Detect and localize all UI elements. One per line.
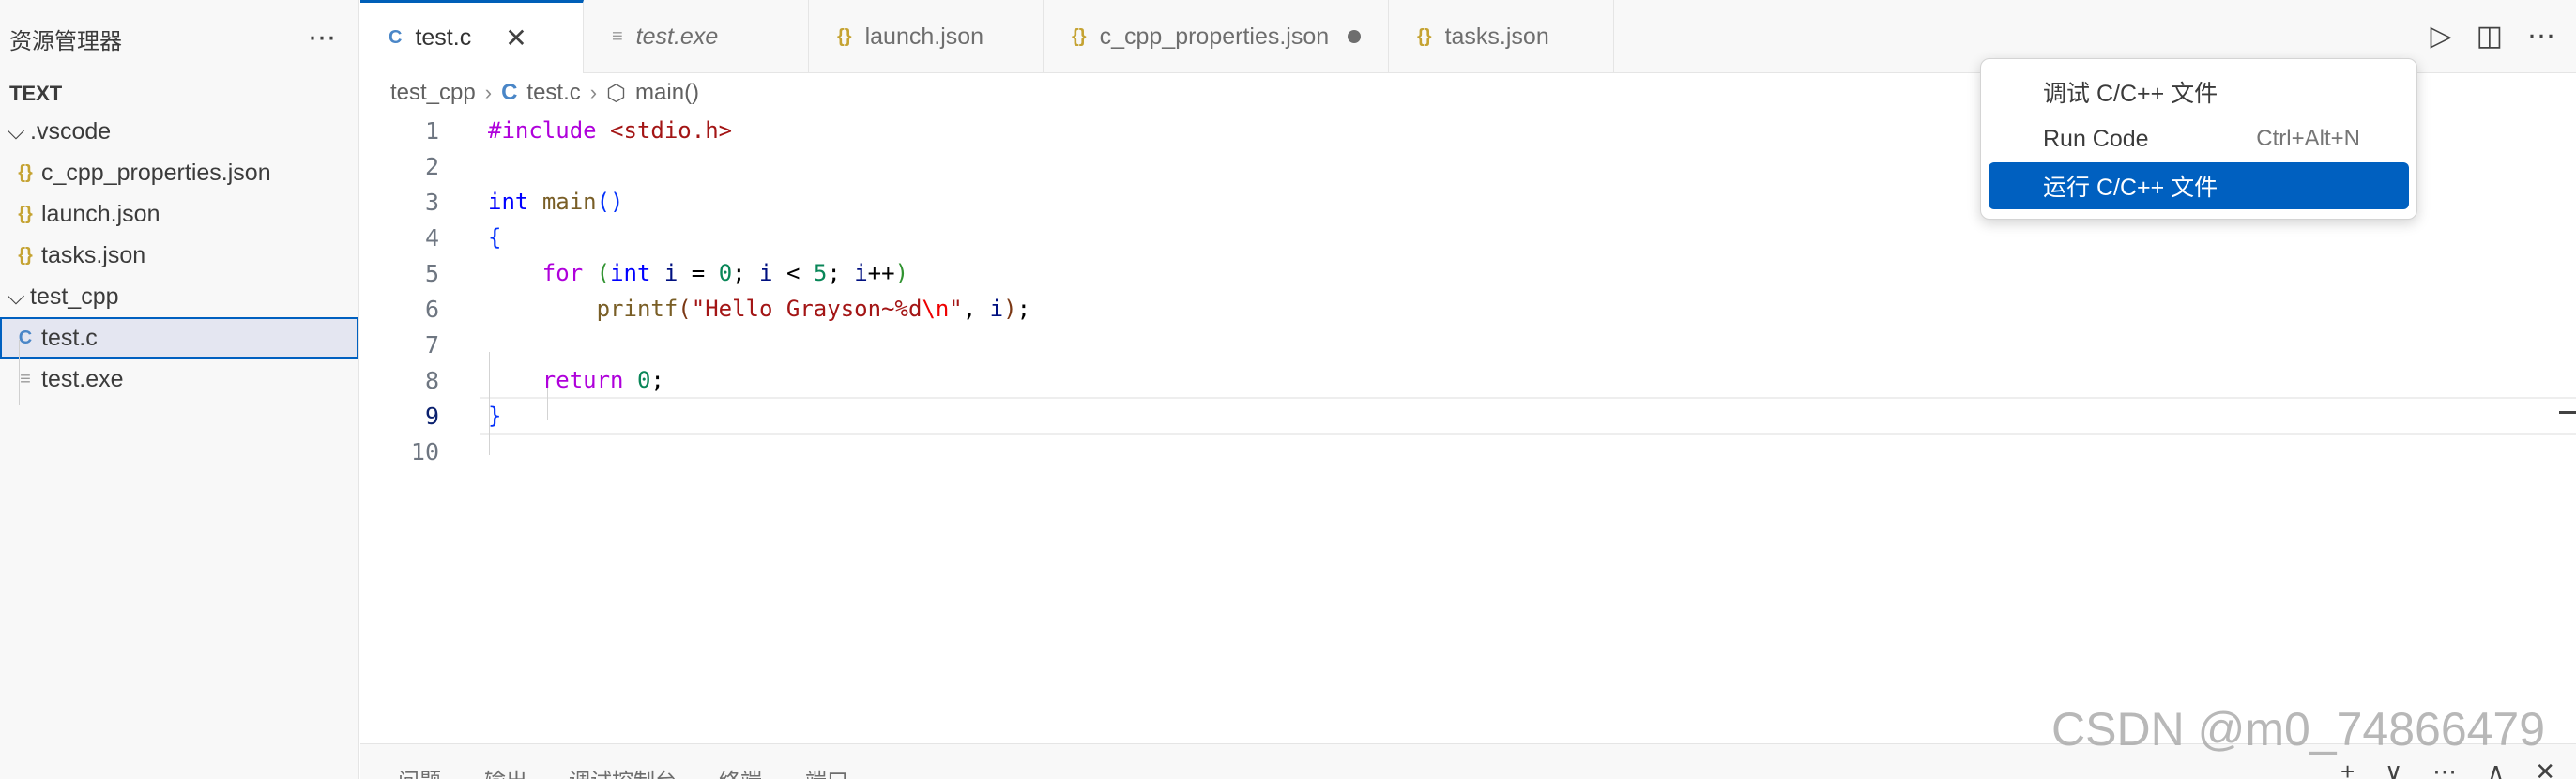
tab-label: test.c: [415, 24, 472, 51]
line-number: 10: [410, 437, 439, 466]
tree-item-label: test.exe: [41, 365, 124, 392]
line-number: 2: [424, 152, 439, 180]
keyboard-shortcut: Ctrl+Alt+N: [2256, 126, 2360, 151]
tree-file-test-c[interactable]: C test.c: [0, 317, 358, 359]
chevron-down-icon: ⌵: [7, 283, 25, 310]
current-line-highlight: [480, 397, 2576, 435]
split-editor-icon[interactable]: ◫: [2477, 23, 2503, 51]
tree-item-label: .vscode: [30, 117, 112, 145]
c-file-icon: C: [18, 327, 33, 348]
tab-label: tasks.json: [1444, 23, 1549, 50]
line-number: 8: [424, 366, 439, 394]
close-icon[interactable]: ✕: [2535, 757, 2555, 779]
explorer-sidebar: 资源管理器 ⋯ TEXT ⌵ .vscode {} c_cpp_properti…: [0, 0, 359, 779]
chevron-right-icon: ›: [484, 81, 493, 104]
json-file-icon: {}: [18, 203, 33, 224]
chevron-down-icon[interactable]: ∨: [2385, 757, 2402, 779]
tree-item-label: tasks.json: [41, 241, 146, 268]
close-icon[interactable]: ✕: [505, 23, 526, 53]
tab-test-exe[interactable]: ≡ test.exe: [584, 0, 809, 73]
json-file-icon: {}: [18, 244, 33, 266]
tab-problems[interactable]: 问题: [398, 763, 441, 779]
csdn-watermark: CSDN @m0_74866479: [2051, 703, 2546, 756]
menu-item-run-c-file[interactable]: 运行 C/C++ 文件: [1989, 162, 2409, 209]
run-options-dropdown: 调试 C/C++ 文件 Run Code Ctrl+Alt+N 运行 C/C++…: [1980, 58, 2417, 220]
breadcrumb-symbol[interactable]: main(): [635, 80, 699, 106]
ellipsis-icon[interactable]: ⋯: [2432, 757, 2457, 779]
chevron-down-icon: ⌵: [7, 117, 25, 145]
binary-file-icon: ≡: [20, 368, 31, 390]
add-terminal-icon[interactable]: +: [2340, 757, 2355, 779]
explorer-header: 资源管理器 ⋯: [0, 0, 358, 77]
editor-actions: ▷ ◫ ⋯: [2431, 0, 2576, 73]
unsaved-dot-icon[interactable]: [1348, 30, 1362, 43]
line-number: 1: [424, 116, 439, 145]
json-file-icon: {}: [18, 161, 33, 183]
tree-folder-test-cpp[interactable]: ⌵ test_cpp: [0, 276, 358, 317]
menu-item-label: Run Code: [2043, 125, 2149, 152]
tree-item-label: test.c: [41, 324, 98, 351]
tab-debug-console[interactable]: 调试控制台: [569, 763, 677, 779]
c-file-icon: C: [389, 27, 403, 48]
tab-c-cpp-properties[interactable]: {} c_cpp_properties.json: [1044, 0, 1389, 73]
chevron-right-icon: ›: [589, 81, 598, 104]
tree-item-label: launch.json: [41, 200, 160, 227]
json-file-icon: {}: [837, 25, 852, 47]
tab-test-c[interactable]: C test.c ✕: [360, 0, 584, 73]
symbol-method-icon: ⬡: [606, 80, 627, 106]
breadcrumb-folder[interactable]: test_cpp: [390, 80, 476, 106]
ellipsis-icon[interactable]: ⋯: [308, 24, 338, 53]
c-file-icon: C: [501, 80, 518, 105]
explorer-title: 资源管理器: [9, 28, 122, 54]
line-number: 3: [424, 188, 439, 216]
run-icon[interactable]: ▷: [2431, 23, 2452, 51]
tab-terminal[interactable]: 终端: [719, 763, 762, 779]
tree-item-label: test_cpp: [30, 283, 119, 310]
menu-item-label: 调试 C/C++ 文件: [2043, 81, 2218, 107]
breadcrumb-file[interactable]: test.c: [526, 80, 580, 106]
panel-actions: + ∨ ⋯ ∧ ✕: [2340, 757, 2555, 779]
tab-ports[interactable]: 端口: [805, 763, 848, 779]
menu-item-debug-c-file[interactable]: 调试 C/C++ 文件: [1989, 69, 2409, 115]
tree-file-tasks-json[interactable]: {} tasks.json: [0, 235, 358, 276]
line-number: 9: [424, 402, 439, 430]
tab-label: test.exe: [635, 23, 719, 50]
binary-file-icon: ≡: [612, 25, 623, 47]
more-actions-icon[interactable]: ⋯: [2527, 23, 2555, 51]
json-file-icon: {}: [1072, 25, 1087, 47]
tab-label: launch.json: [864, 23, 984, 50]
line-number: 7: [424, 330, 439, 359]
tab-output[interactable]: 输出: [484, 763, 527, 779]
tab-label: c_cpp_properties.json: [1099, 23, 1330, 50]
json-file-icon: {}: [1417, 25, 1432, 47]
breadcrumb: test_cpp › C test.c › ⬡ main(): [390, 73, 699, 113]
overview-ruler-mark: [2559, 411, 2576, 414]
line-number: 6: [424, 295, 439, 323]
tree-folder-vscode[interactable]: ⌵ .vscode: [0, 111, 358, 152]
tab-tasks-json[interactable]: {} tasks.json: [1389, 0, 1614, 73]
tree-indent-guide: [19, 340, 20, 405]
line-number: 4: [424, 223, 439, 252]
workspace-section-header[interactable]: TEXT: [0, 77, 358, 111]
menu-item-run-code[interactable]: Run Code Ctrl+Alt+N: [1989, 115, 2409, 162]
menu-item-label: 运行 C/C++ 文件: [2043, 175, 2218, 201]
tree-file-launch-json[interactable]: {} launch.json: [0, 193, 358, 235]
tree-item-label: c_cpp_properties.json: [41, 159, 271, 186]
tree-file-test-exe[interactable]: ≡ test.exe: [0, 359, 358, 400]
maximize-panel-icon[interactable]: ∧: [2487, 757, 2505, 779]
tab-launch-json[interactable]: {} launch.json: [809, 0, 1044, 73]
tree-file-c-cpp-properties[interactable]: {} c_cpp_properties.json: [0, 152, 358, 193]
line-number: 5: [424, 259, 439, 287]
